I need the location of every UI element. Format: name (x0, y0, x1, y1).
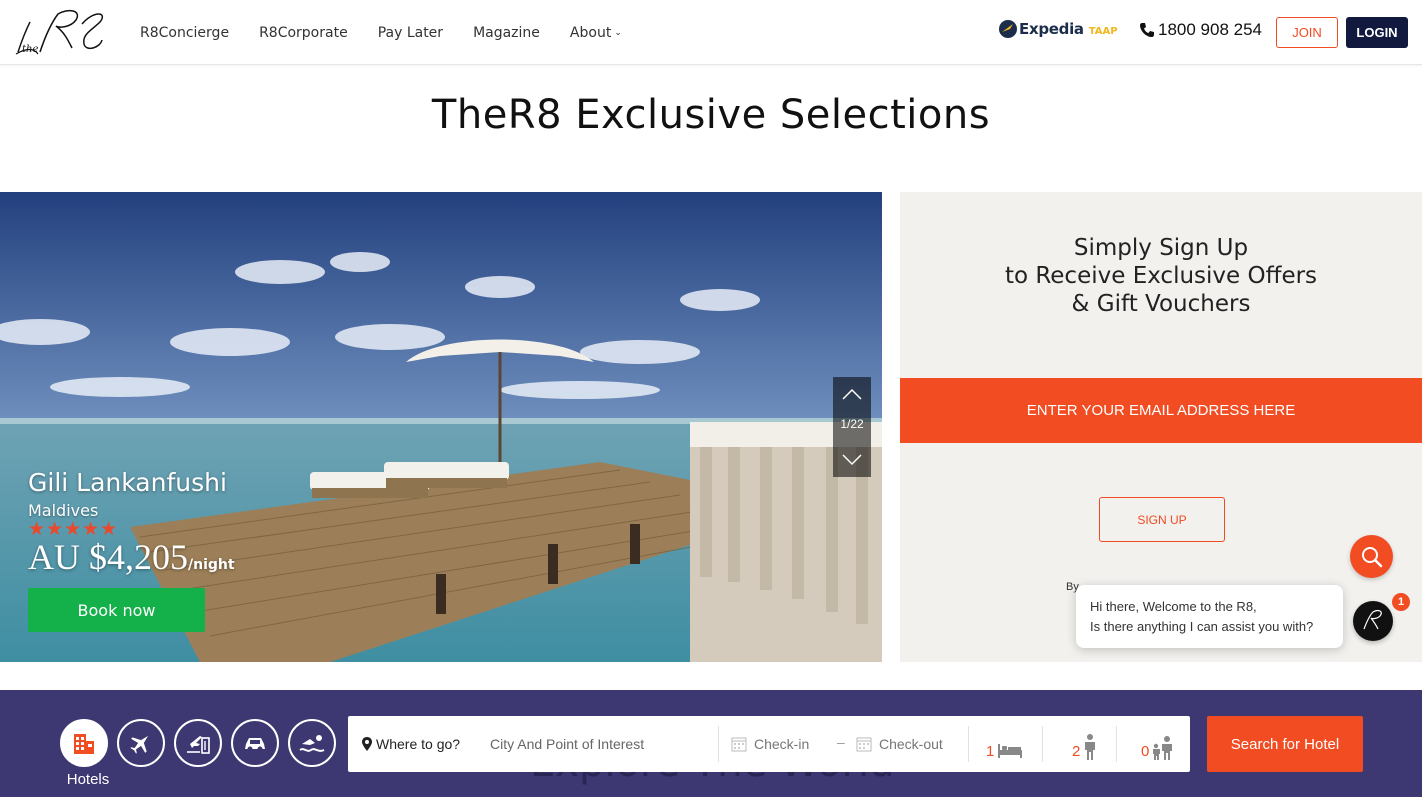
chat-avatar[interactable] (1353, 601, 1393, 641)
checkin-label: Check-in (754, 736, 810, 752)
nav-magazine[interactable]: Magazine (473, 25, 540, 41)
main-nav: R8Concierge R8Corporate Pay Later Magazi… (140, 0, 652, 65)
hotel-search-form: Where to go? City And Point of Interest … (348, 716, 1190, 772)
children-selector[interactable]: 0 (1141, 716, 1174, 772)
map-pin-icon (362, 737, 372, 751)
chat-search-button[interactable] (1350, 535, 1393, 578)
phone-icon (1140, 23, 1154, 37)
divider (1116, 726, 1117, 762)
expedia-globe-icon (999, 20, 1017, 38)
expedia-name: Expedia (1019, 20, 1084, 38)
checkout-field[interactable]: Check-out (856, 716, 943, 772)
adults-selector[interactable]: 2 (1072, 716, 1097, 772)
rooms-count: 1 (986, 743, 995, 760)
phone-number-text: 1800 908 254 (1158, 20, 1262, 39)
nav-pay-later[interactable]: Pay Later (378, 25, 443, 41)
featured-hotel-slider[interactable]: Gili Lankanfushi Maldives ★★★★★ AU $4,20… (0, 192, 882, 662)
destination-input[interactable]: City And Point of Interest (490, 716, 710, 772)
chat-greeting-bubble[interactable]: Hi there, Welcome to the R8, Is there an… (1076, 585, 1343, 648)
signup-title-line-1: Simply Sign Up (1073, 235, 1249, 261)
chevron-down-icon[interactable] (833, 441, 871, 477)
category-activities[interactable] (288, 719, 336, 767)
adult-icon (1085, 734, 1096, 760)
phone-number[interactable]: 1800 908 254 (1139, 20, 1262, 40)
login-button[interactable]: LOGIN (1346, 17, 1408, 48)
signup-title: Simply Sign Up to Receive Exclusive Offe… (900, 234, 1422, 318)
price-unit: /night (188, 557, 235, 573)
chat-unread-badge: 1 (1392, 593, 1410, 611)
rooms-selector[interactable]: 1 (986, 716, 1023, 772)
car-icon (245, 738, 265, 752)
category-cars[interactable] (231, 719, 279, 767)
signup-button[interactable]: SIGN UP (1099, 497, 1225, 542)
search-band: Explore The World Hotels (0, 690, 1422, 797)
chevron-up-icon[interactable] (833, 377, 871, 413)
divider (718, 726, 719, 762)
activity-icon (299, 735, 325, 752)
chat-line-1: Hi there, Welcome to the R8, (1090, 599, 1257, 614)
category-flight-hotel[interactable] (174, 719, 222, 767)
signup-title-line-3: & Gift Vouchers (1071, 291, 1251, 317)
hotel-icon (74, 734, 94, 754)
slide-counter: 1/22 (840, 417, 864, 431)
category-hotels-label: Hotels (66, 771, 110, 788)
nav-r8concierge[interactable]: R8Concierge (140, 25, 229, 41)
checkout-label: Check-out (879, 736, 943, 752)
expedia-taap-logo: Expedia TAAP (998, 19, 1118, 39)
category-flights[interactable] (117, 719, 165, 767)
bed-icon (998, 744, 1023, 758)
adults-count: 2 (1072, 743, 1081, 760)
hotel-price: AU $4,205/night (28, 536, 235, 578)
flight-hotel-icon (187, 736, 210, 754)
date-separator: – (837, 734, 845, 750)
child-icon (1153, 736, 1173, 760)
chevron-down-icon: ⌄ (614, 27, 622, 38)
divider (1042, 726, 1043, 762)
join-button[interactable]: JOIN (1276, 17, 1338, 48)
calendar-icon (856, 737, 872, 752)
hotel-name: Gili Lankanfushi (28, 468, 227, 497)
where-to-go-text: Where to go? (376, 736, 461, 752)
checkin-field[interactable]: Check-in (731, 716, 809, 772)
email-input[interactable]: ENTER YOUR EMAIL ADDRESS HERE (900, 378, 1422, 443)
price-amount: AU $4,205 (28, 537, 188, 577)
nav-about[interactable]: About ⌄ (570, 25, 622, 41)
ther8-logo-mini (1363, 610, 1382, 630)
category-hotels[interactable] (60, 719, 108, 767)
page-title: TheR8 Exclusive Selections (431, 92, 991, 138)
svg-text:the: the (22, 44, 38, 55)
nav-about-label: About (569, 24, 612, 41)
chat-line-2: Is there anything I can assist you with? (1090, 619, 1314, 634)
search-icon (1361, 546, 1382, 567)
search-hotel-button[interactable]: Search for Hotel (1207, 716, 1363, 772)
book-now-button[interactable]: Book now (28, 588, 205, 632)
children-count: 0 (1141, 743, 1150, 760)
site-header: the R8Concierge R8Corporate Pay Later Ma… (0, 0, 1422, 65)
flight-icon (130, 735, 149, 754)
where-to-go-label: Where to go? (361, 716, 460, 772)
calendar-icon (731, 737, 747, 752)
nav-r8corporate[interactable]: R8Corporate (259, 25, 348, 41)
ther8-logo[interactable]: the (12, 4, 112, 60)
divider (968, 726, 969, 762)
expedia-taap: TAAP (1088, 25, 1118, 37)
signup-title-line-2: to Receive Exclusive Offers (1004, 263, 1318, 289)
slider-controls: 1/22 (833, 377, 871, 477)
